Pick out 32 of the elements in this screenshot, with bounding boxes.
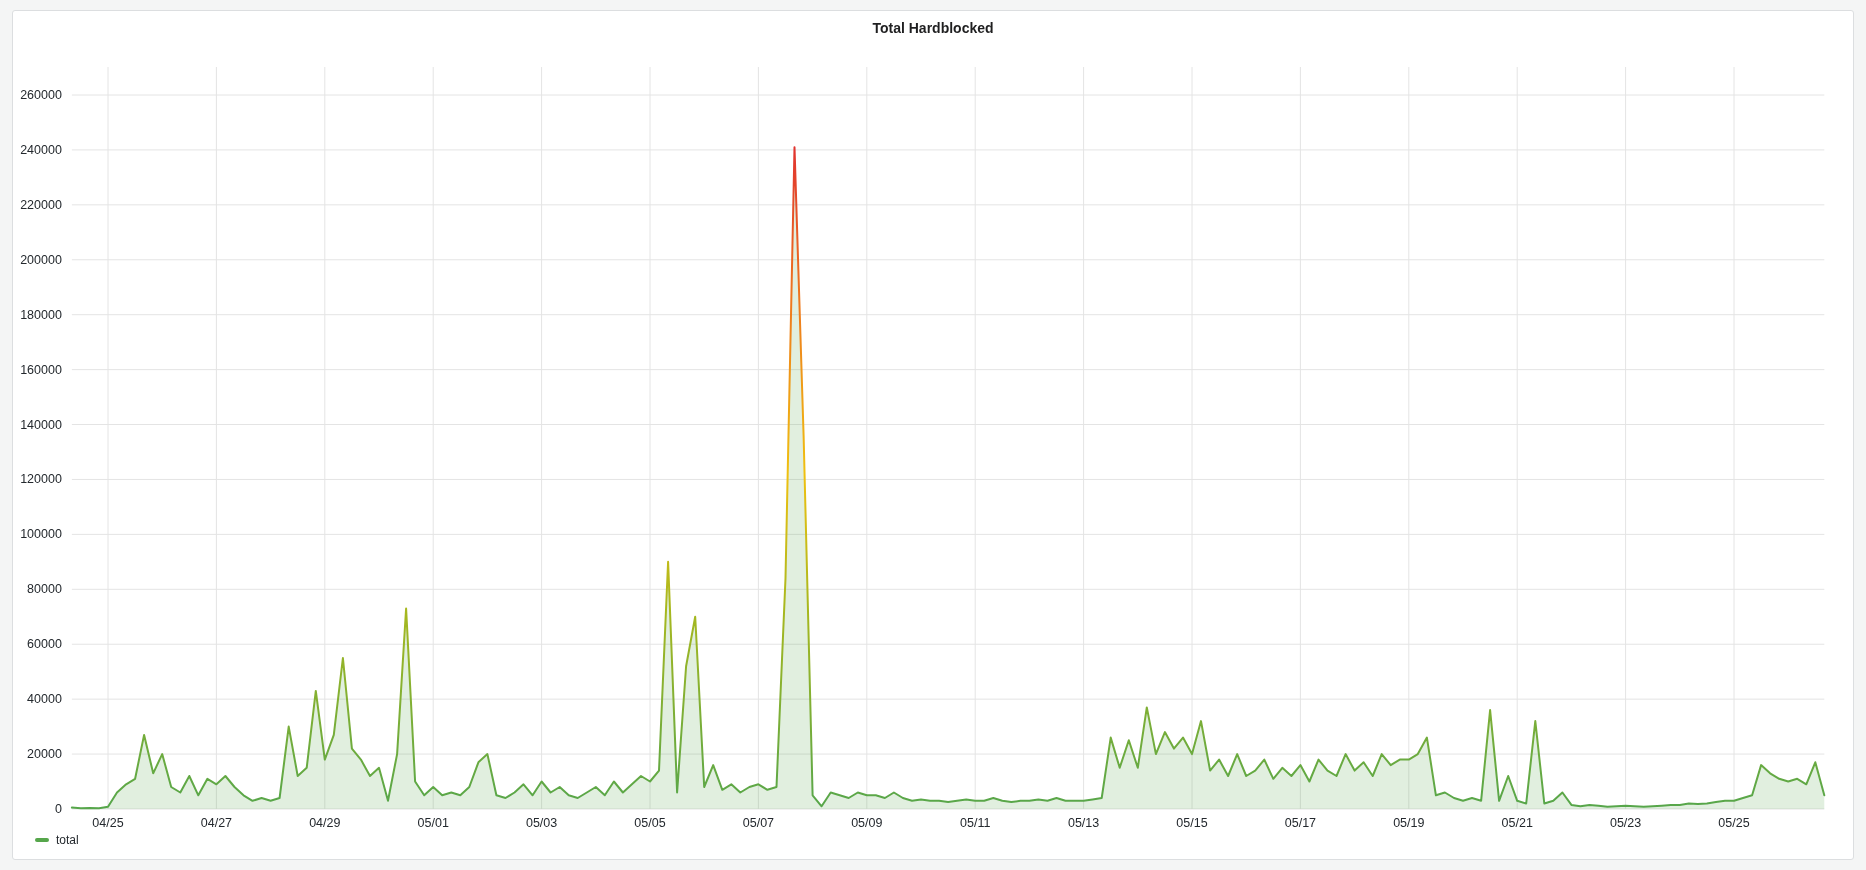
y-axis-label: 120000 — [20, 472, 62, 487]
x-axis-label: 05/23 — [1609, 816, 1642, 830]
y-axis-label: 20000 — [27, 747, 62, 762]
y-axis-label: 40000 — [27, 692, 62, 707]
x-axis-label: 04/25 — [92, 816, 124, 830]
x-axis-label: 05/25 — [1718, 816, 1750, 830]
x-axis-label: 05/05 — [634, 816, 666, 830]
x-axis-label: 05/15 — [1176, 816, 1208, 830]
legend-label[interactable]: total — [56, 833, 79, 847]
x-axis-label: 05/17 — [1284, 816, 1317, 830]
y-axis-label: 100000 — [20, 527, 62, 542]
x-axis-label: 05/03 — [525, 816, 558, 830]
x-axis-label: 04/27 — [200, 816, 233, 830]
y-axis-label: 140000 — [20, 417, 62, 432]
y-axis-label: 0 — [54, 802, 62, 816]
x-axis-label: 05/21 — [1501, 816, 1533, 830]
y-axis-label: 60000 — [27, 637, 62, 652]
y-axis-label: 160000 — [20, 362, 62, 377]
panel-title: Total Hardblocked — [871, 19, 995, 38]
x-axis-label: 05/11 — [960, 816, 991, 830]
y-axis-label: 260000 — [20, 88, 62, 102]
x-axis-label: 05/09 — [851, 816, 883, 830]
y-axis-label: 240000 — [20, 142, 62, 157]
y-axis-label: 200000 — [20, 252, 62, 267]
x-axis-label: 05/13 — [1067, 816, 1100, 830]
y-axis-label: 80000 — [27, 582, 62, 597]
x-axis-label: 05/01 — [417, 816, 449, 830]
x-axis-label: 05/07 — [742, 816, 775, 830]
x-axis-label: 05/19 — [1393, 816, 1425, 830]
x-axis-label: 04/29 — [309, 816, 341, 830]
y-axis-label: 220000 — [20, 197, 62, 212]
y-axis-label: 180000 — [20, 307, 62, 322]
